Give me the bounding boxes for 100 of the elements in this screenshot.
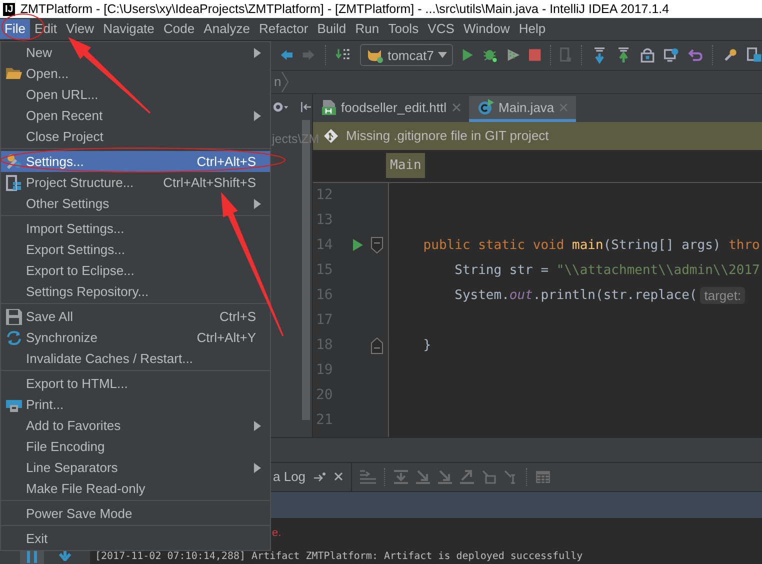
code-token: .println(str.replace( <box>532 288 698 303</box>
menu-item[interactable]: Make File Read-only <box>1 478 270 499</box>
code-token: System. <box>454 288 510 303</box>
undo-icon[interactable] <box>688 47 704 64</box>
menu-item[interactable]: Export to Eclipse... <box>1 260 270 281</box>
menu-item[interactable]: File Encoding <box>1 436 270 457</box>
notification-text: Missing .gitignore file in GIT project <box>346 128 549 144</box>
code-token: main <box>572 238 604 253</box>
caret-icon <box>438 52 447 58</box>
run-icon[interactable] <box>462 47 474 64</box>
html-file-icon <box>322 99 336 116</box>
menu-bar-item[interactable]: VCS <box>423 19 459 39</box>
forward-arrow-icon[interactable] <box>302 48 316 62</box>
breadcrumb[interactable]: Main <box>386 153 426 178</box>
shortcut-label: Ctrl+S <box>220 309 256 324</box>
wrench-icon <box>6 154 22 170</box>
close-icon[interactable] <box>452 102 461 112</box>
git-icon <box>324 128 338 143</box>
folder-icon <box>6 67 22 80</box>
download-icon[interactable] <box>58 551 72 562</box>
fold-marker-icon[interactable] <box>371 336 383 354</box>
editor-tab[interactable]: foodseller_edit.httl <box>313 96 469 122</box>
menu-item[interactable]: Export Settings... <box>1 239 270 260</box>
java-class-icon <box>478 99 494 116</box>
menu-bar-item[interactable]: Run <box>350 19 384 39</box>
collapse-panel-icon[interactable] <box>300 100 312 114</box>
pin-icon[interactable] <box>314 472 326 482</box>
menu-bar-item[interactable]: Analyze <box>199 19 254 39</box>
log-line: [2017-11-02 07:10:14,288] Artifact ZMTPlatform: Artifact is deployed successfully <box>94 550 583 562</box>
device-icon[interactable] <box>560 46 572 64</box>
project-structure-icon[interactable] <box>746 46 762 64</box>
window-title: ZMTPlatform - [C:\Users\xy\IdeaProjects\ZMTPlatform] - [ZMTPlatform] - ...\src\utils\Main.java - IntelliJ IDEA 2017.1.4 <box>20 2 670 16</box>
printer-icon <box>6 397 22 412</box>
code-token: "\\attachment\\admin\\2017 <box>556 262 760 278</box>
menu-bar-item[interactable]: Refactor <box>254 19 313 39</box>
sync-icon <box>6 330 22 346</box>
menu-item[interactable]: Project Structure... Ctrl+Alt+Shift+S <box>1 172 270 193</box>
menu-bar-item[interactable]: Window <box>459 19 514 39</box>
menu-bar-item[interactable]: Help <box>514 19 550 39</box>
vcs-commit-icon[interactable] <box>616 45 631 66</box>
code-token: out <box>509 288 533 303</box>
parameter-hint: target: <box>700 286 746 304</box>
menu-item[interactable]: Export to HTML... <box>1 373 270 394</box>
menu-item[interactable]: Synchronize Ctrl+Alt+Y <box>1 327 270 348</box>
cat-icon <box>366 47 384 64</box>
menu-item[interactable]: Exit <box>1 528 270 549</box>
menu-item[interactable]: Save All Ctrl+S <box>1 306 270 327</box>
menu-item[interactable]: Power Save Mode <box>1 503 270 524</box>
shortcut-label: Ctrl+Alt+Y <box>196 330 256 345</box>
run-configuration-dropdown[interactable]: tomcat7 <box>360 44 453 66</box>
editor-tab[interactable]: Main.java <box>468 96 576 122</box>
close-icon[interactable] <box>334 472 343 482</box>
tool-window-tab[interactable]: a Log <box>273 469 306 484</box>
code-token: public static void <box>422 238 566 253</box>
table-icon[interactable] <box>536 470 550 483</box>
stop-icon[interactable] <box>528 48 541 62</box>
menu-item[interactable]: Other Settings <box>1 193 270 214</box>
menu-item[interactable]: Open URL... <box>1 84 270 105</box>
shortcut-label: Ctrl+Alt+S <box>196 154 256 169</box>
menu-item[interactable]: Open Recent <box>1 105 270 126</box>
code-token: } <box>422 338 432 353</box>
menu-bar-item[interactable]: Navigate <box>98 19 159 39</box>
coverage-icon[interactable] <box>506 47 520 64</box>
menu-item[interactable]: Open... <box>1 63 270 84</box>
code-token: thro <box>728 238 760 253</box>
shortcut-label: Ctrl+Alt+Shift+S <box>163 175 256 190</box>
arrow-up-right-icon[interactable] <box>460 470 474 484</box>
menu-item[interactable]: Invalidate Caches / Restart... <box>1 348 270 369</box>
menu-item[interactable]: Print... <box>1 394 270 415</box>
error-text: e. <box>272 527 282 540</box>
menu-item[interactable]: Settings... Ctrl+Alt+S <box>1 151 270 172</box>
back-arrow-icon[interactable] <box>280 48 294 62</box>
scroll-to-end-icon[interactable] <box>394 470 408 484</box>
menu-item[interactable]: Close Project <box>1 126 270 147</box>
menu-bar-item[interactable]: View <box>62 19 98 39</box>
cursor-arrow-icon[interactable] <box>504 470 518 484</box>
menu-bar-item[interactable]: Code <box>159 19 200 39</box>
run-gutter-icon[interactable] <box>352 238 364 252</box>
gear-icon[interactable] <box>273 100 288 113</box>
chevron-icon <box>281 70 290 93</box>
arrow-down-right-icon[interactable] <box>416 470 430 484</box>
code-token: (String[] args) <box>603 238 722 253</box>
fold-marker-icon[interactable] <box>371 236 383 254</box>
menu-bar-item[interactable]: File <box>0 19 30 39</box>
menu-item[interactable]: Add to Favorites <box>1 415 270 436</box>
app-icon: IJ <box>3 2 16 16</box>
menu-item[interactable]: Import Settings... <box>1 218 270 239</box>
project-structure-icon <box>6 174 22 190</box>
navigation-crumb[interactable]: n <box>274 74 282 90</box>
arrow-down-right-icon[interactable] <box>438 470 452 484</box>
monitor-clock-icon[interactable] <box>664 46 680 64</box>
menu-item[interactable]: Settings Repository... <box>1 281 270 302</box>
code-token: String str = <box>454 262 550 278</box>
menu-bar-item[interactable]: Tools <box>384 19 424 39</box>
menu-item[interactable]: New <box>1 42 270 63</box>
export-icon[interactable] <box>482 470 496 484</box>
vcs-update-icon[interactable] <box>592 45 607 66</box>
menu-bar-item[interactable]: Build <box>312 19 351 39</box>
list-icon[interactable] <box>360 470 376 484</box>
menu-item[interactable]: Line Separators <box>1 457 270 478</box>
